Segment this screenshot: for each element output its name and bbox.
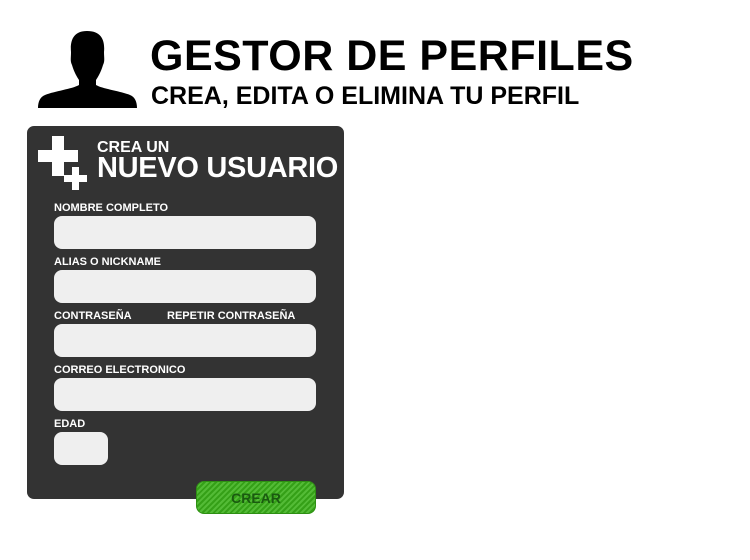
full-name-label: NOMBRE COMPLETO	[54, 202, 169, 214]
create-button[interactable]: CREAR	[196, 481, 316, 514]
create-user-panel: CREA UN NUEVO USUARIO NOMBRE COMPLETO AL…	[27, 126, 344, 499]
page-subtitle: CREA, EDITA O ELIMINA TU PERFIL	[151, 82, 580, 110]
email-label: CORREO ELECTRONICO	[54, 364, 186, 376]
panel-title: NUEVO USUARIO	[97, 152, 339, 184]
password-label: CONTRASEÑA	[54, 310, 132, 322]
repeat-password-label: REPETIR CONTRASEÑA	[167, 310, 296, 322]
alias-label: ALIAS O NICKNAME	[54, 256, 161, 268]
alias-input[interactable]	[54, 270, 316, 303]
email-input[interactable]	[54, 378, 316, 411]
full-name-input[interactable]	[54, 216, 316, 249]
age-input[interactable]	[54, 432, 108, 465]
age-label: EDAD	[54, 418, 86, 430]
page-header: GESTOR DE PERFILES CREA, EDITA O ELIMINA…	[0, 0, 750, 120]
add-user-plus-icon	[38, 136, 87, 190]
page-title: GESTOR DE PERFILES	[150, 32, 634, 80]
password-input[interactable]	[54, 324, 316, 357]
user-silhouette-icon	[38, 31, 137, 108]
